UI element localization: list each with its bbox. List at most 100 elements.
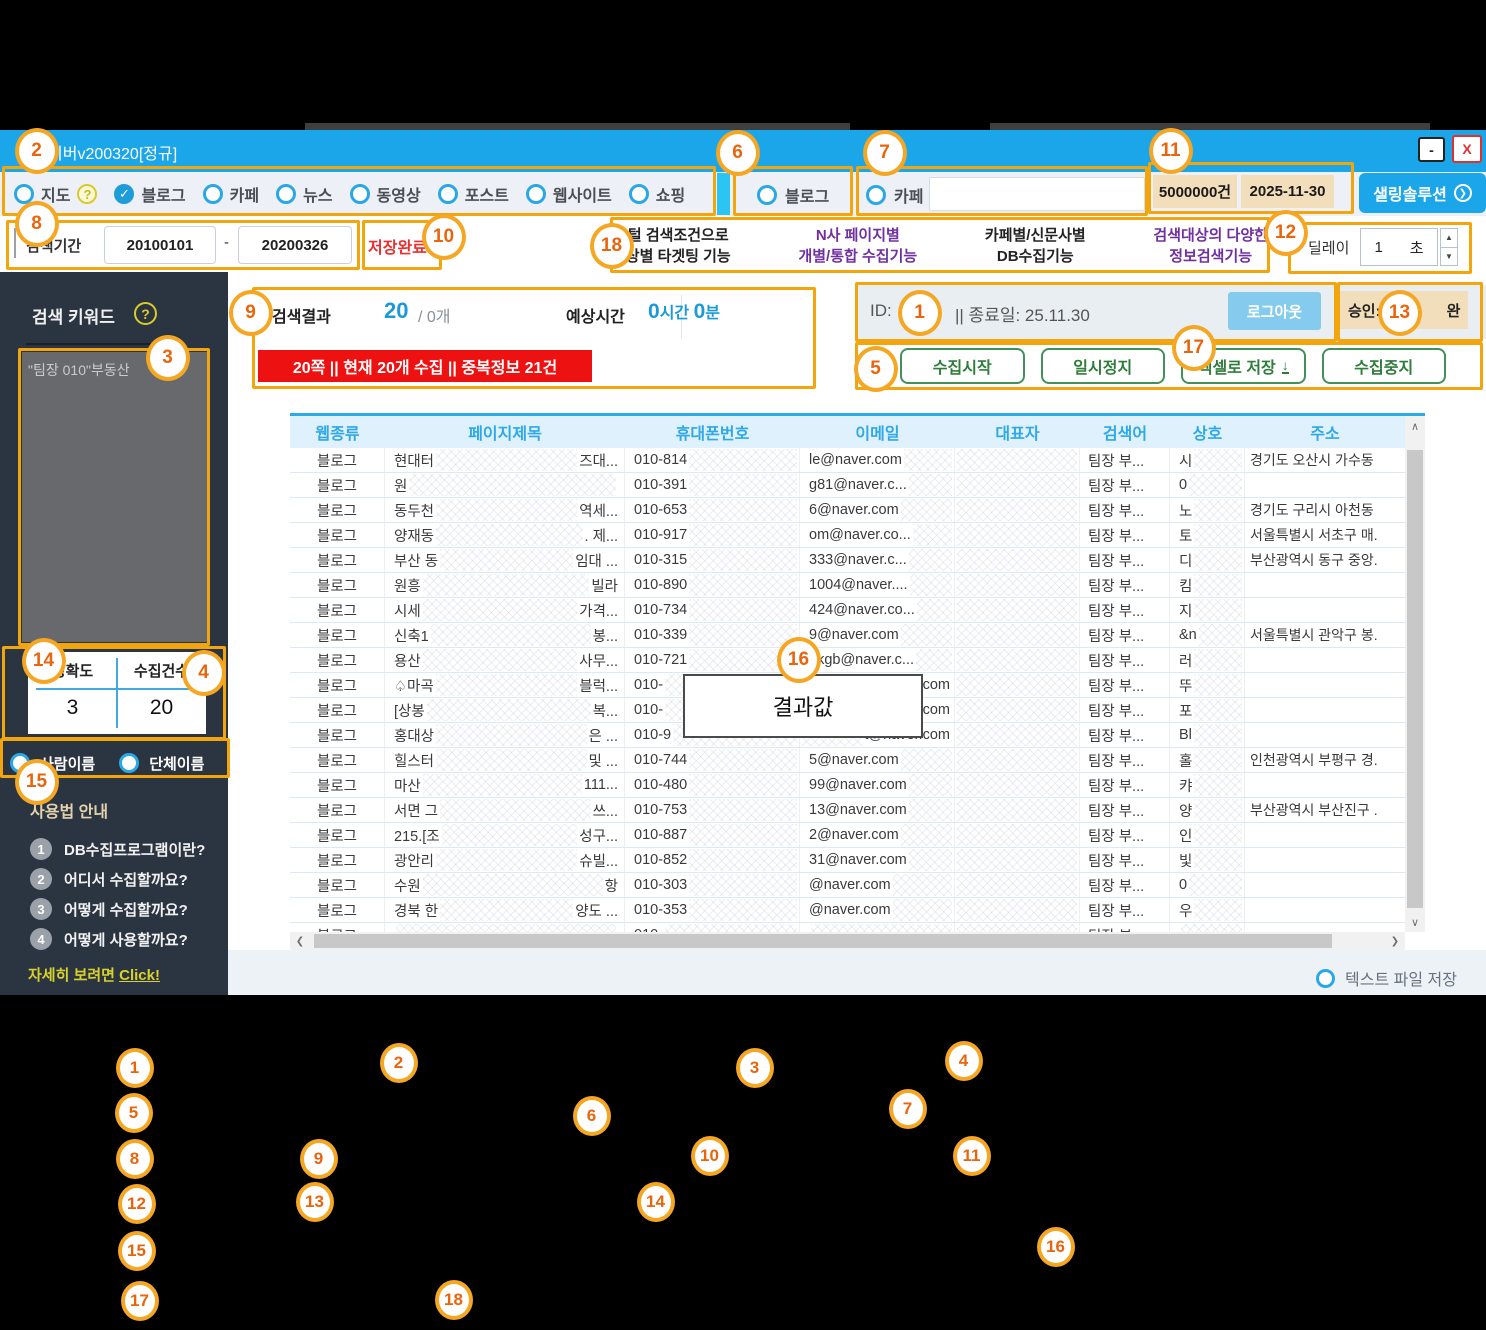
action-button-수집중지[interactable]: 수집중지	[1322, 348, 1447, 384]
cell-web-type: 블로그	[290, 448, 385, 472]
table-row[interactable]: 블로그원흥빌라010-8901004@naver....팀장 부...킴	[290, 573, 1405, 598]
count-value[interactable]: 20	[117, 696, 206, 720]
column-header[interactable]: 휴대폰번호	[625, 420, 800, 444]
table-row[interactable]: 블로그힐스터및 ...010-7445@naver.com팀장 부...홀인천광…	[290, 748, 1405, 773]
table-row[interactable]: 블로그215.[조성구...010-8872@naver.com팀장 부...인	[290, 823, 1405, 848]
radio-icon[interactable]	[526, 184, 546, 204]
tab-블로그[interactable]: ✓ 블로그	[114, 182, 185, 206]
keyword-help-icon[interactable]: ?	[134, 302, 157, 325]
column-header[interactable]: 상호	[1170, 420, 1245, 444]
table-row[interactable]: 블로그광안리슈빌...010-85231@naver.com팀장 부...빛	[290, 848, 1405, 873]
table-row[interactable]: 블로그신축1봉...010-3399@naver.com팀장 부...&n서울특…	[290, 623, 1405, 648]
cell-address	[1245, 923, 1405, 932]
table-row[interactable]: 블로그010-팀장 부...	[290, 923, 1405, 932]
radio-icon[interactable]	[350, 184, 370, 204]
cell-keyword: 팀장 부...	[1080, 798, 1170, 822]
selling-solution-button[interactable]: 샐링솔루션 ❯	[1359, 173, 1486, 213]
table-row[interactable]: 블로그마산111...010-48099@naver.com팀장 부...캬	[290, 773, 1405, 798]
tab-포스트[interactable]: 포스트	[438, 182, 509, 206]
table-row[interactable]: 블로그양재동. 제...010-917om@naver.co...팀장 부...…	[290, 523, 1405, 548]
keyword-textarea[interactable]: "팀장 010"부동산	[22, 352, 208, 642]
help-icon[interactable]: ?	[77, 184, 97, 204]
scroll-down-icon[interactable]: ∨	[1405, 912, 1425, 932]
cell-business-name: 포	[1170, 698, 1245, 722]
cell-keyword: 팀장 부...	[1080, 698, 1170, 722]
table-row[interactable]: 블로그시세가격...010-734424@naver.co...팀장 부...지	[290, 598, 1405, 623]
cell-address: 경기도 오산시 가수동	[1245, 448, 1405, 472]
cell-representative	[955, 673, 1080, 697]
table-row[interactable]: 블로그부산 동임대 ...010-315333@naver.c...팀장 부..…	[290, 548, 1405, 573]
scroll-up-icon[interactable]: ∧	[1405, 416, 1425, 436]
radio-icon[interactable]	[276, 184, 296, 204]
column-header[interactable]: 검색어	[1080, 420, 1170, 444]
tab-쇼핑[interactable]: 쇼핑	[629, 182, 685, 206]
accuracy-value[interactable]: 3	[28, 696, 117, 720]
delay-input[interactable]: 1 초	[1360, 228, 1438, 266]
table-row[interactable]: 블로그원010-391g81@naver.c...팀장 부...0	[290, 473, 1405, 498]
cafe-secondary-radio[interactable]: 카페	[866, 183, 923, 207]
action-button-수집시작[interactable]: 수집시작	[900, 348, 1025, 384]
result-count: 20	[384, 298, 408, 324]
scroll-left-icon[interactable]: ❮	[290, 931, 310, 951]
cell-email: 5@naver.com	[800, 748, 955, 772]
vertical-scrollbar[interactable]: ∧ ∨	[1405, 416, 1425, 932]
stepper-up-icon[interactable]: ▲	[1441, 229, 1457, 248]
radio-icon[interactable]	[438, 184, 458, 204]
action-button-일시정지[interactable]: 일시정지	[1041, 348, 1166, 384]
cell-phone: 010-721	[625, 648, 800, 672]
date-to-input[interactable]: 20200326	[238, 226, 352, 264]
annotation-badge-8: 8	[15, 201, 59, 247]
cell-representative	[955, 498, 1080, 522]
radio-icon[interactable]	[757, 185, 777, 205]
text-file-save-option[interactable]: 텍스트 파일 저장	[1316, 966, 1457, 990]
guide-item[interactable]: 1DB수집프로그램이란?	[30, 838, 205, 860]
column-header[interactable]: 이메일	[800, 420, 955, 444]
column-header[interactable]: 웹종류	[290, 420, 385, 444]
horizontal-scrollbar[interactable]: ❮ ❯	[290, 932, 1405, 950]
group-name-radio[interactable]	[119, 753, 139, 773]
blog-secondary-radio[interactable]: 블로그	[757, 183, 829, 207]
scroll-right-icon[interactable]: ❯	[1385, 931, 1405, 951]
tab-카페[interactable]: 카페	[203, 182, 259, 206]
cafe-search-input[interactable]	[929, 177, 1145, 211]
column-header[interactable]: 대표자	[955, 420, 1080, 444]
guide-more-link[interactable]: Click!	[119, 967, 160, 984]
cell-phone: 010-753	[625, 798, 800, 822]
column-header[interactable]: 주소	[1245, 420, 1405, 444]
annotation-badge-7: 7	[889, 1089, 927, 1129]
minimize-button[interactable]: -	[1418, 137, 1445, 162]
delay-stepper[interactable]: ▲ ▼	[1440, 228, 1458, 266]
cell-business-name: 토	[1170, 523, 1245, 547]
tab-뉴스[interactable]: 뉴스	[276, 182, 332, 206]
table-row[interactable]: 블로그용산사무...010-721ekgb@naver.c...팀장 부...러	[290, 648, 1405, 673]
guide-item[interactable]: 3어떻게 수집할까요?	[30, 898, 188, 920]
table-row[interactable]: 블로그현대터즈대...010-814le@naver.com팀장 부...시경기…	[290, 448, 1405, 473]
table-row[interactable]: 블로그경북 한양도 ...010-353@naver.com팀장 부...우	[290, 898, 1405, 923]
tab-동영상[interactable]: 동영상	[350, 182, 421, 206]
cell-page-title: 신축1봉...	[385, 623, 625, 647]
table-row[interactable]: 블로그서면 그쓰...010-75313@naver.com팀장 부...양부산…	[290, 798, 1405, 823]
radio-icon[interactable]	[203, 184, 223, 204]
radio-icon[interactable]	[866, 185, 886, 205]
horizontal-scroll-thumb[interactable]	[314, 934, 1332, 948]
stepper-down-icon[interactable]: ▼	[1441, 248, 1457, 266]
tab-label: 블로그	[141, 182, 185, 206]
logout-button[interactable]: 로그아웃	[1228, 292, 1321, 330]
text-file-save-radio[interactable]	[1316, 969, 1335, 988]
guide-item[interactable]: 4어떻게 사용할까요?	[30, 928, 188, 950]
cell-representative	[955, 598, 1080, 622]
radio-icon[interactable]: ✓	[114, 184, 134, 204]
radio-icon[interactable]	[629, 184, 649, 204]
vertical-scroll-thumb[interactable]	[1407, 450, 1423, 908]
tab-웹사이트[interactable]: 웹사이트	[526, 182, 612, 206]
date-from-input[interactable]: 20100101	[104, 226, 216, 264]
tab-label: 쇼핑	[656, 182, 685, 206]
table-row[interactable]: 블로그동두천역세...010-6536@naver.com팀장 부...노경기도…	[290, 498, 1405, 523]
guide-item[interactable]: 2어디서 수집할까요?	[30, 868, 188, 890]
close-button[interactable]: X	[1452, 135, 1482, 163]
cell-phone: 010-814	[625, 448, 800, 472]
table-row[interactable]: 블로그수원항010-303@naver.com팀장 부...0	[290, 873, 1405, 898]
cell-business-name: 빛	[1170, 848, 1245, 872]
guide-more: 자세히 보려면 Click!	[28, 964, 160, 985]
column-header[interactable]: 페이지제목	[385, 420, 625, 444]
